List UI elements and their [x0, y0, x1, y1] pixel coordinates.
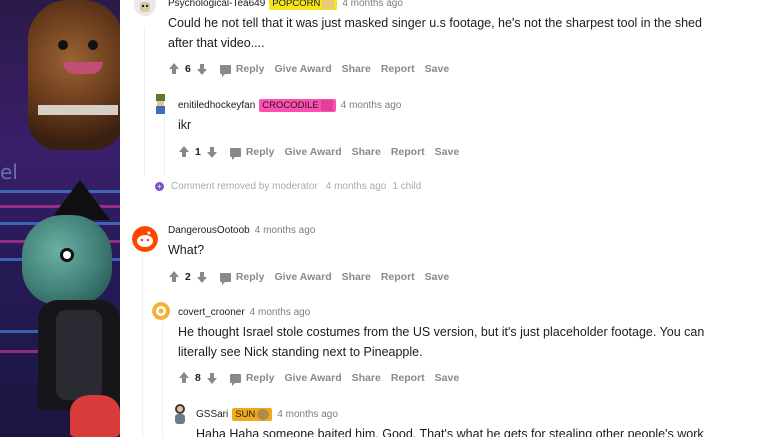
reply-label: Reply — [235, 271, 265, 283]
share-button[interactable]: Share — [342, 271, 371, 283]
thread-line — [144, 26, 145, 176]
upvote-icon[interactable] — [178, 372, 190, 384]
vote-score: 8 — [195, 372, 201, 384]
give-award-button[interactable]: Give Award — [274, 63, 331, 75]
spikes-decoration — [50, 180, 110, 220]
flair-text: CROCODILE — [262, 100, 319, 111]
upvote-icon[interactable] — [168, 271, 180, 283]
timestamp[interactable]: 4 months ago — [342, 0, 403, 9]
user-avatar[interactable] — [170, 402, 190, 424]
upvote-icon[interactable] — [168, 63, 180, 75]
removed-text: Comment removed by moderator — [171, 181, 318, 192]
child-count: 1 child — [392, 181, 422, 192]
reply-button[interactable]: Reply — [219, 63, 265, 77]
timestamp[interactable]: 4 months ago — [255, 225, 316, 236]
comment-icon — [229, 147, 241, 160]
comment-thread: Psychological-Tea649 POPCORN 4 months ag… — [120, 0, 777, 437]
comment-icon — [229, 373, 241, 386]
red-costume-image — [70, 395, 120, 437]
vote-score: 6 — [185, 63, 191, 75]
share-button[interactable]: Share — [342, 63, 371, 75]
save-button[interactable]: Save — [425, 63, 450, 75]
comment-text-line: He thought Israel stole costumes from th… — [178, 325, 705, 339]
crocodile-icon — [320, 100, 333, 111]
username-link[interactable]: covert_crooner — [178, 307, 245, 318]
downvote-icon[interactable] — [196, 63, 208, 75]
username-link[interactable]: DangerousOotoob — [168, 225, 250, 236]
comment-text-line: What? — [168, 243, 205, 257]
timestamp[interactable]: 4 months ago — [277, 409, 338, 420]
timestamp[interactable]: 4 months ago — [341, 100, 402, 111]
banner-sign-text: el — [0, 160, 18, 184]
reply-button[interactable]: Reply — [219, 271, 265, 285]
comment-text-line: Haha Haha someone baited him. Good. That… — [196, 427, 704, 437]
user-avatar[interactable] — [132, 226, 158, 252]
give-award-button[interactable]: Give Award — [274, 271, 331, 283]
thread-line — [164, 116, 165, 176]
username-link[interactable]: Psychological-Tea649 — [168, 0, 265, 9]
give-award-button[interactable]: Give Award — [284, 146, 341, 158]
user-avatar[interactable] — [150, 92, 172, 114]
thread-line — [162, 322, 163, 437]
subreddit-banner-image: el — [0, 0, 120, 437]
reply-label: Reply — [235, 63, 265, 75]
user-avatar[interactable] — [152, 302, 170, 320]
comment-text-line: ikr — [178, 118, 192, 132]
save-button[interactable]: Save — [435, 146, 460, 158]
vote-score: 1 — [195, 146, 201, 158]
comment-icon — [219, 272, 231, 285]
user-flair: SUN — [232, 408, 273, 421]
reply-button[interactable]: Reply — [229, 372, 275, 386]
downvote-icon[interactable] — [206, 146, 218, 158]
flair-text: POPCORN — [272, 0, 321, 9]
reply-label: Reply — [245, 372, 275, 384]
sun-icon — [257, 409, 270, 420]
report-button[interactable]: Report — [391, 146, 425, 158]
dog-costume-image — [28, 0, 120, 150]
report-button[interactable]: Report — [391, 372, 425, 384]
thread-line — [142, 252, 143, 437]
downvote-icon[interactable] — [196, 271, 208, 283]
save-button[interactable]: Save — [425, 271, 450, 283]
expand-icon[interactable]: + — [155, 182, 164, 191]
comment-icon — [219, 64, 231, 77]
comment-text-line: after that video.... — [168, 36, 265, 50]
user-flair: CROCODILE — [259, 99, 336, 112]
share-button[interactable]: Share — [352, 146, 381, 158]
vote-score: 2 — [185, 271, 191, 283]
username-link[interactable]: GSSari — [196, 409, 228, 420]
removed-timestamp: 4 months ago — [325, 181, 387, 192]
upvote-icon[interactable] — [178, 146, 190, 158]
timestamp[interactable]: 4 months ago — [250, 307, 311, 318]
give-award-button[interactable]: Give Award — [284, 372, 341, 384]
lizard-eye — [60, 248, 74, 262]
report-button[interactable]: Report — [381, 271, 415, 283]
user-flair: POPCORN — [269, 0, 338, 10]
save-button[interactable]: Save — [435, 372, 460, 384]
removed-comment[interactable]: + Comment removed by moderator 4 months … — [155, 181, 421, 192]
report-button[interactable]: Report — [381, 63, 415, 75]
username-link[interactable]: enitiledhockeyfan — [178, 100, 255, 111]
downvote-icon[interactable] — [206, 372, 218, 384]
flair-text: SUN — [235, 409, 256, 420]
popcorn-icon — [322, 0, 335, 9]
jacket-costume-image — [38, 300, 120, 410]
reply-button[interactable]: Reply — [229, 146, 275, 160]
user-avatar[interactable] — [134, 0, 156, 16]
comment-text-line: literally see Nick standing next to Pine… — [178, 345, 423, 359]
comment-text-line: Could he not tell that it was just maske… — [168, 16, 702, 30]
share-button[interactable]: Share — [352, 372, 381, 384]
reply-label: Reply — [245, 146, 275, 158]
